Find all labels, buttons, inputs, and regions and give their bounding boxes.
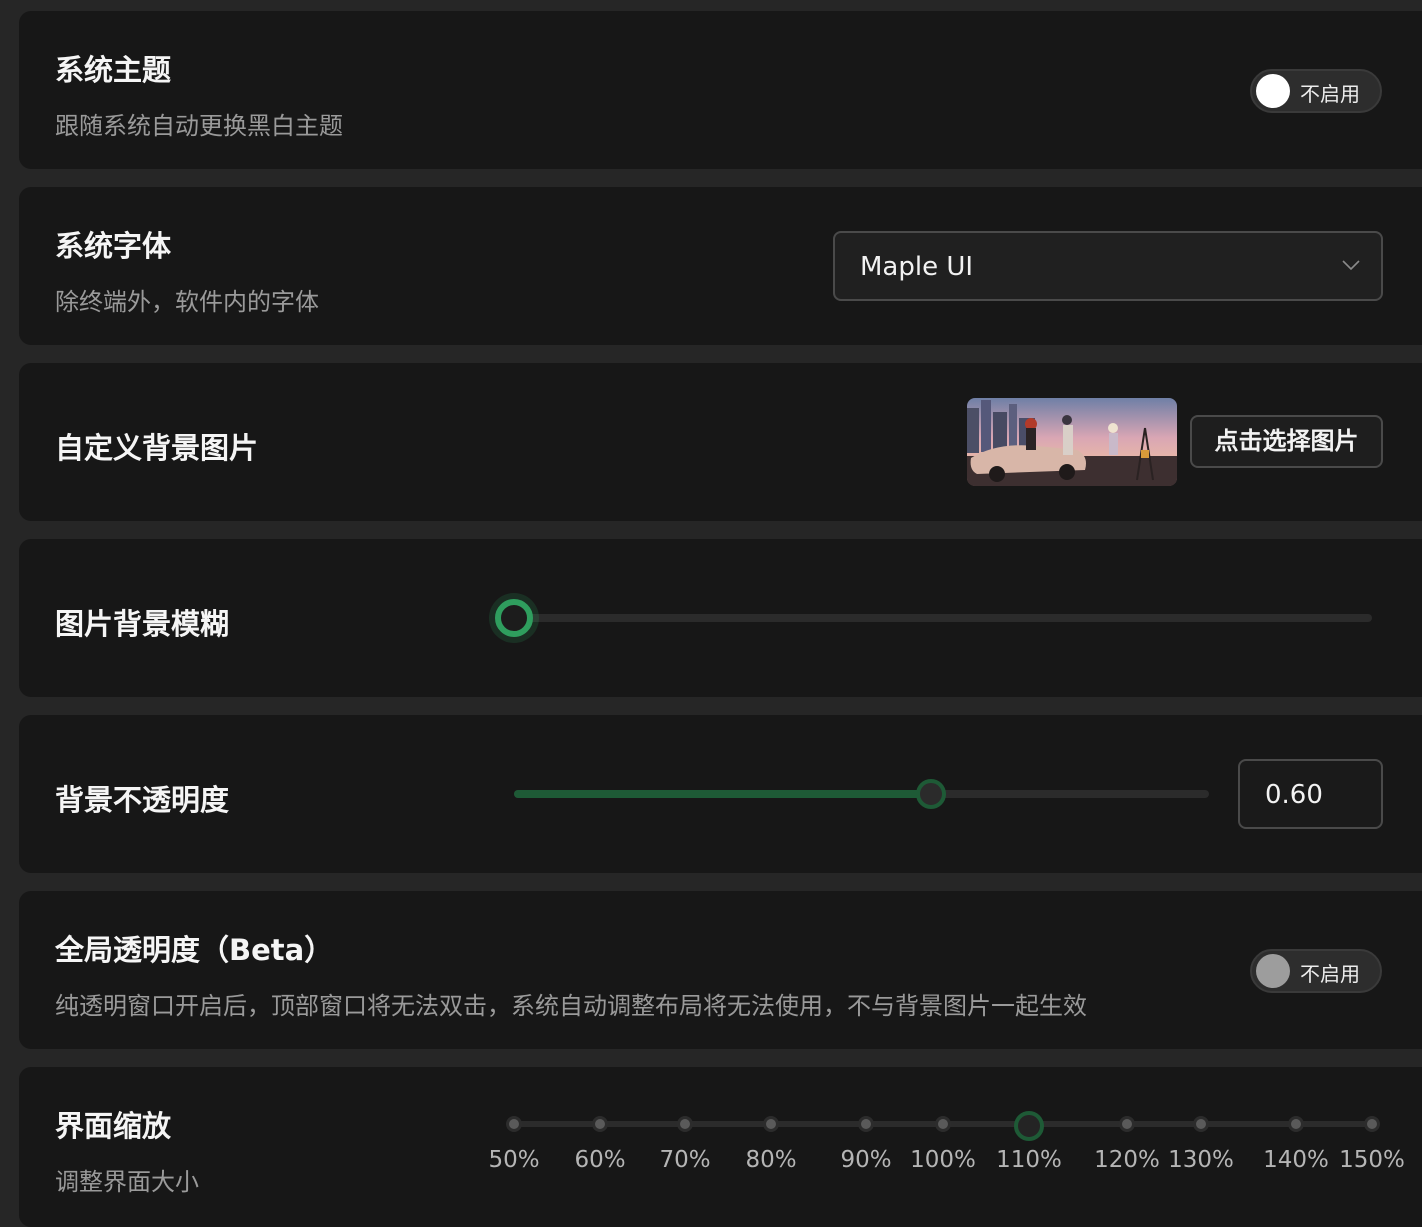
bg-image-title: 自定义背景图片	[55, 431, 259, 465]
font-select[interactable]: Maple UI	[833, 231, 1383, 301]
font-card: 系统字体 除终端外，软件内的字体 Maple UI	[19, 187, 1422, 345]
toggle-knob	[1256, 74, 1290, 108]
scale-desc: 调整界面大小	[55, 1168, 199, 1196]
bg-image-card: 自定义背景图片 点击选择图片	[19, 363, 1422, 521]
scale-mark[interactable]	[1364, 1116, 1380, 1132]
scale-mark-label: 50%	[488, 1147, 540, 1173]
scale-mark-label: 60%	[574, 1147, 626, 1173]
font-desc: 除终端外，软件内的字体	[55, 288, 319, 316]
global-transparency-title: 全局透明度（Beta）	[55, 933, 334, 967]
scale-mark[interactable]	[1193, 1116, 1209, 1132]
opacity-title: 背景不透明度	[55, 783, 230, 817]
theme-title: 系统主题	[55, 53, 172, 87]
opacity-value-input[interactable]: 0.60	[1238, 759, 1383, 829]
opacity-slider-handle[interactable]	[916, 779, 946, 809]
scale-mark[interactable]	[677, 1116, 693, 1132]
global-transparency-desc: 纯透明窗口开启后，顶部窗口将无法双击，系统自动调整布局将无法使用，不与背景图片一…	[55, 992, 1087, 1020]
select-image-button[interactable]: 点击选择图片	[1190, 415, 1383, 468]
toggle-knob	[1256, 954, 1290, 988]
scale-mark-label: 100%	[910, 1147, 976, 1173]
global-transparency-card: 全局透明度（Beta） 纯透明窗口开启后，顶部窗口将无法双击，系统自动调整布局将…	[19, 891, 1422, 1049]
toggle-label: 不启用	[1300, 962, 1360, 986]
toggle-label: 不启用	[1300, 82, 1360, 106]
scale-mark-label: 130%	[1168, 1147, 1234, 1173]
scale-mark-label: 150%	[1339, 1147, 1405, 1173]
font-title: 系统字体	[55, 229, 172, 263]
opacity-value: 0.60	[1265, 780, 1323, 810]
blur-slider-handle[interactable]	[495, 599, 533, 637]
scale-title: 界面缩放	[55, 1109, 172, 1143]
scale-mark[interactable]	[763, 1116, 779, 1132]
blur-title: 图片背景模糊	[55, 607, 230, 641]
scale-mark[interactable]	[592, 1116, 608, 1132]
blur-card: 图片背景模糊	[19, 539, 1422, 697]
scale-mark[interactable]	[506, 1116, 522, 1132]
theme-desc: 跟随系统自动更换黑白主题	[55, 112, 343, 140]
scale-card: 界面缩放 调整界面大小 50% 60% 70% 80% 90% 100% 110…	[19, 1067, 1422, 1227]
scale-mark-label: 110%	[996, 1147, 1062, 1173]
scale-mark[interactable]	[1119, 1116, 1135, 1132]
chevron-down-icon	[1342, 260, 1360, 271]
opacity-slider-fill	[514, 790, 931, 798]
font-select-value: Maple UI	[860, 252, 974, 282]
opacity-slider-track[interactable]	[514, 790, 1209, 798]
opacity-card: 背景不透明度 0.60	[19, 715, 1422, 873]
scale-mark-label: 80%	[745, 1147, 797, 1173]
scale-mark-label: 70%	[659, 1147, 711, 1173]
scale-mark[interactable]	[858, 1116, 874, 1132]
global-transparency-toggle[interactable]: 不启用	[1250, 949, 1382, 993]
blur-slider-track[interactable]	[496, 614, 1372, 622]
background-image-preview	[967, 398, 1177, 486]
scale-mark[interactable]	[1288, 1116, 1304, 1132]
scale-mark[interactable]	[935, 1116, 951, 1132]
theme-card: 系统主题 跟随系统自动更换黑白主题 不启用	[19, 11, 1422, 169]
theme-toggle[interactable]: 不启用	[1250, 69, 1382, 113]
scale-slider-handle[interactable]	[1014, 1111, 1044, 1141]
